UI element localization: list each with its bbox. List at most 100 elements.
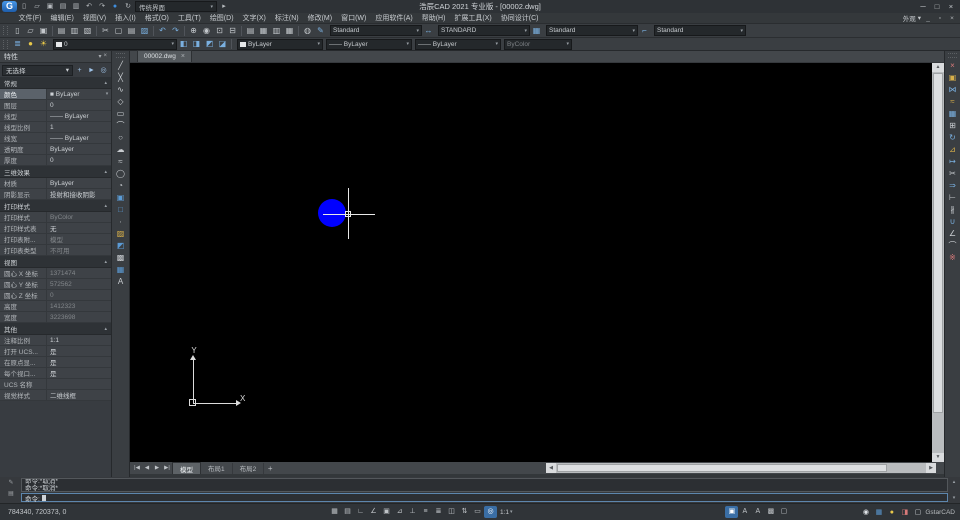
revcloud-icon[interactable]: ☁	[113, 144, 128, 156]
tool-palettes-icon[interactable]: ▥	[270, 25, 283, 37]
first-layout-button[interactable]: |◀	[132, 463, 142, 473]
property-row[interactable]: 打印表类型 不可用	[0, 245, 111, 256]
scale-icon[interactable]: ⊿	[945, 144, 960, 156]
document-tab[interactable]: 00002.dwg ×	[137, 50, 192, 62]
layer-freeze-icon[interactable]: ☀	[37, 38, 50, 50]
menu-item[interactable]: 格式(O)	[140, 13, 173, 24]
annotation-toggle[interactable]: ▣	[725, 506, 738, 518]
annotation-scale-dropdown[interactable]: 1:1 ▾	[497, 509, 516, 516]
pan-icon[interactable]: ⊕	[187, 25, 200, 37]
ellipse-arc-icon[interactable]: ◔	[113, 180, 128, 192]
break-at-point-icon[interactable]: ⊢	[945, 192, 960, 204]
explode-icon[interactable]: ※	[945, 252, 960, 264]
status-grid-icon[interactable]: ▦	[873, 507, 884, 518]
transparency-toggle[interactable]: ◫	[445, 506, 458, 518]
text-style-combo[interactable]: Standard ▾	[330, 25, 422, 36]
lineweight-toggle[interactable]: ≣	[432, 506, 445, 518]
open-icon[interactable]: ▱	[31, 1, 43, 12]
command-scrollbar[interactable]: ▴ ▾	[950, 479, 958, 501]
make-layer-current-icon[interactable]: ◧	[177, 38, 190, 50]
property-row[interactable]: 图层 0	[0, 100, 111, 111]
save-icon[interactable]: ▣	[44, 1, 56, 12]
vertical-scroll-thumb[interactable]	[933, 73, 943, 413]
property-row[interactable]: 线型比例 1	[0, 122, 111, 133]
close-button[interactable]: ×	[944, 1, 958, 12]
preview-icon[interactable]: ▥	[70, 1, 82, 12]
command-history[interactable]: 命令:*取消*命令:*取消*	[21, 478, 948, 492]
property-row[interactable]: 每个视口... 是	[0, 368, 111, 379]
undo-icon[interactable]: ↶	[83, 1, 95, 12]
trim-icon[interactable]: ✂	[945, 168, 960, 180]
property-row[interactable]: 打印样式 ByColor	[0, 212, 111, 223]
last-layout-button[interactable]: ▶|	[162, 463, 172, 473]
property-row[interactable]: 线型 —— ByLayer	[0, 111, 111, 122]
property-row[interactable]: 高度 1412323	[0, 301, 111, 312]
menu-item[interactable]: 应用软件(A)	[371, 13, 417, 24]
color-combo[interactable]: ByLayer ▾	[237, 39, 323, 50]
dim-style-combo[interactable]: STANDARD ▾	[438, 25, 530, 36]
otrack-toggle[interactable]: ⊿	[393, 506, 406, 518]
cut-icon[interactable]: ✂	[99, 25, 112, 37]
refresh-icon[interactable]: ↻	[122, 1, 134, 12]
menu-item[interactable]: 修改(M)	[303, 13, 337, 24]
layout-tab[interactable]: 模型	[172, 462, 201, 474]
mtext-icon[interactable]: A	[113, 276, 128, 288]
child-close-button[interactable]: ×	[947, 15, 957, 22]
gradient-icon[interactable]: ◩	[113, 240, 128, 252]
annotation-visibility-toggle[interactable]: A	[738, 506, 751, 518]
next-layout-button[interactable]: ▶	[152, 463, 162, 473]
arc-icon[interactable]: ⌒	[113, 120, 128, 132]
property-row[interactable]: 打印样式表 无	[0, 223, 111, 234]
section-header[interactable]: 三维效果 ▴	[0, 166, 111, 178]
scroll-left-icon[interactable]: ◀	[546, 463, 556, 473]
circle-icon[interactable]: ○	[113, 132, 128, 144]
property-row[interactable]: 透明度 ByLayer	[0, 144, 111, 155]
linetype-combo[interactable]: —— ByLayer ▾	[326, 39, 412, 50]
section-header[interactable]: 常规 ▴	[0, 77, 111, 89]
property-row[interactable]: 材质 ByLayer	[0, 178, 111, 189]
add-layout-button[interactable]: +	[264, 464, 276, 473]
stretch-icon[interactable]: ↦	[945, 156, 960, 168]
status-bulb-icon[interactable]: ●	[886, 507, 897, 518]
prev-layout-button[interactable]: ◀	[142, 463, 152, 473]
rectangle-icon[interactable]: ▭	[113, 108, 128, 120]
property-row[interactable]: 厚度 0	[0, 155, 111, 166]
property-row[interactable]: 圆心 X 坐标 1371474	[0, 268, 111, 279]
horizontal-scroll-thumb[interactable]	[557, 464, 887, 472]
mirror-icon[interactable]: ⋈	[945, 84, 960, 96]
quick-select-icon[interactable]: ◎	[98, 65, 109, 76]
polyline-icon[interactable]: ∿	[113, 84, 128, 96]
zoom-realtime-icon[interactable]: ◉	[200, 25, 213, 37]
drawn-circle[interactable]	[318, 199, 346, 227]
undo-icon[interactable]: ↶	[156, 25, 169, 37]
app-logo-icon[interactable]: G	[2, 1, 17, 12]
redo-icon[interactable]: ↷	[169, 25, 182, 37]
break-icon[interactable]: ∦	[945, 204, 960, 216]
zoom-previous-icon[interactable]: ⊟	[226, 25, 239, 37]
section-header[interactable]: 视图 ▴	[0, 256, 111, 268]
selection-dropdown[interactable]: 无选择 ▾	[2, 65, 73, 76]
join-icon[interactable]: ∪	[945, 216, 960, 228]
layer-properties-icon[interactable]: ≣	[11, 38, 24, 50]
zoom-window-icon[interactable]: ⊡	[213, 25, 226, 37]
line-icon[interactable]: ╱	[113, 60, 128, 72]
scroll-up-icon[interactable]: ▲	[932, 63, 944, 72]
layout-tab[interactable]: 布局2	[233, 463, 265, 474]
fillet-icon[interactable]: ⌒	[945, 240, 960, 252]
ducs-toggle[interactable]: ⊥	[406, 506, 419, 518]
cycle-toggle[interactable]: ⇅	[458, 506, 471, 518]
plot-preview-icon[interactable]: ▥	[68, 25, 81, 37]
polygon-icon[interactable]: ◇	[113, 96, 128, 108]
status-record-icon[interactable]: ◉	[860, 507, 871, 518]
property-row[interactable]: 圆心 Z 坐标 0	[0, 290, 111, 301]
publish-icon[interactable]: ▧	[81, 25, 94, 37]
osnap-toggle[interactable]: ▣	[380, 506, 393, 518]
table-icon[interactable]: ▦	[113, 264, 128, 276]
menu-item[interactable]: 插入(I)	[111, 13, 141, 24]
palette-pin-icon[interactable]: ▾	[98, 53, 101, 60]
copy-icon[interactable]: ▢	[112, 25, 125, 37]
property-row[interactable]: 打开 UCS... 是	[0, 346, 111, 357]
region-icon[interactable]: ▩	[113, 252, 128, 264]
ortho-toggle[interactable]: ∟	[354, 506, 367, 518]
layer-on-icon[interactable]: ●	[24, 38, 37, 50]
